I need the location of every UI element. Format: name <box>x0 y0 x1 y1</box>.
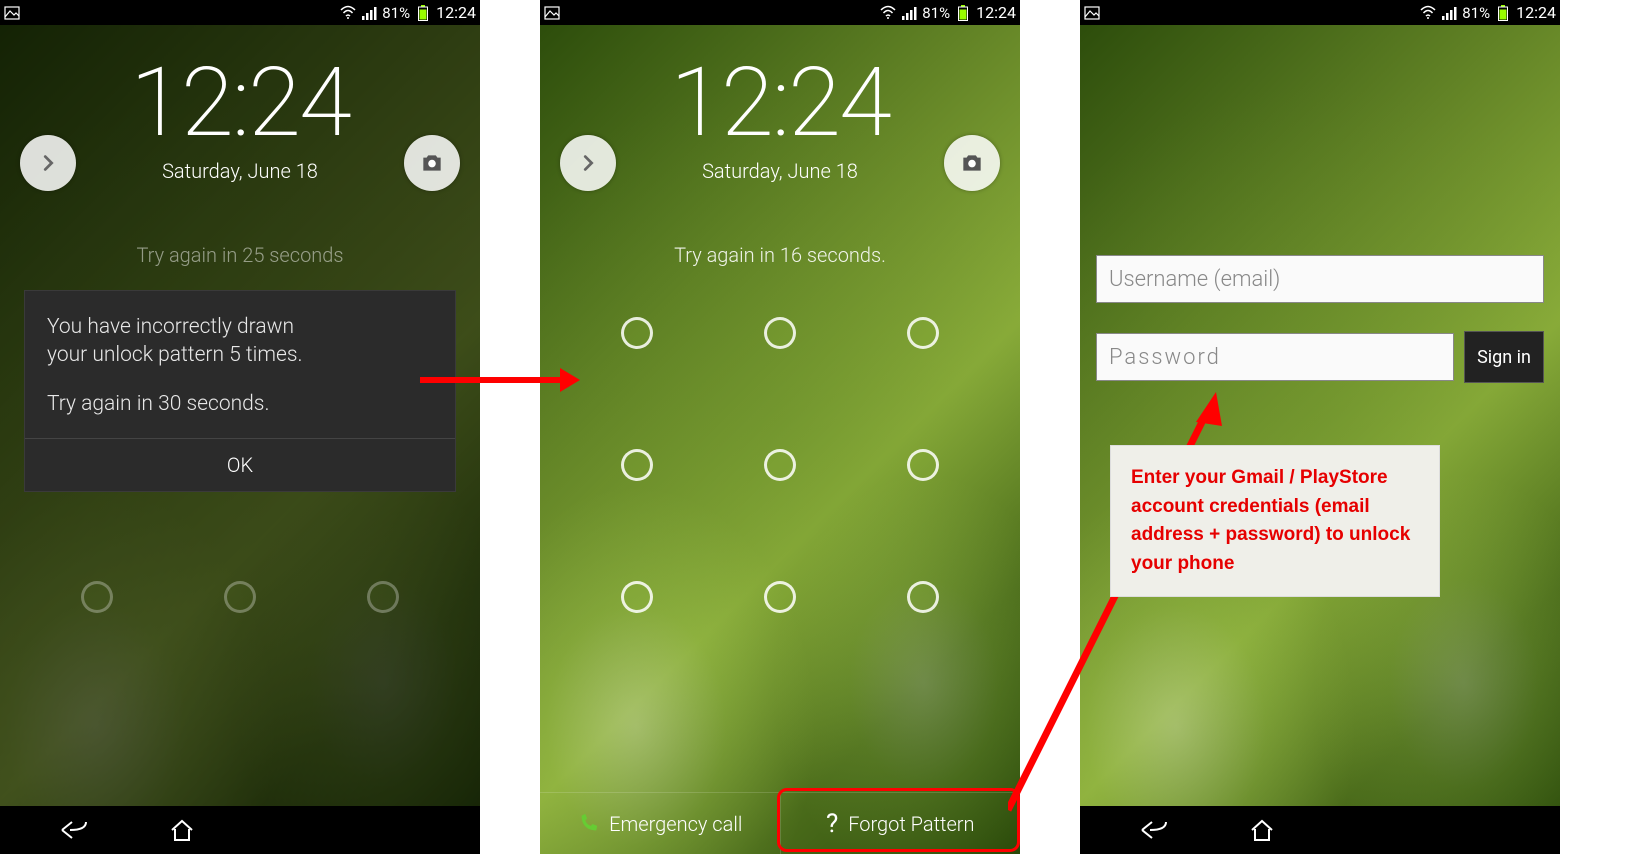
battery-icon <box>1495 5 1511 21</box>
status-time: 12:24 <box>436 3 476 22</box>
pattern-dot[interactable] <box>367 581 399 613</box>
home-icon[interactable] <box>1248 816 1276 844</box>
nav-bar <box>0 806 480 854</box>
bottom-bar: Emergency call ? Forgot Pattern <box>540 792 1020 854</box>
picture-icon <box>544 5 560 21</box>
pattern-dot[interactable] <box>907 317 939 349</box>
expand-button[interactable] <box>560 135 616 191</box>
pattern-dot[interactable] <box>621 317 653 349</box>
lock-time: 12:24 <box>0 55 480 151</box>
forgot-pattern-label: Forgot Pattern <box>848 812 974 836</box>
pattern-dot[interactable] <box>764 581 796 613</box>
battery-percent: 81% <box>922 4 950 22</box>
status-time: 12:24 <box>976 3 1016 22</box>
forgot-pattern-button[interactable]: ? Forgot Pattern <box>780 792 1021 854</box>
status-bar: 81% 12:24 <box>1080 0 1560 25</box>
wifi-icon <box>880 5 896 21</box>
pattern-dot[interactable] <box>764 317 796 349</box>
picture-icon <box>4 5 20 21</box>
error-dialog: You have incorrectly drawn your unlock p… <box>24 290 456 492</box>
try-again-text: Try again in 16 seconds. <box>540 243 1020 267</box>
battery-percent: 81% <box>1462 4 1490 22</box>
phone-screen-2: 81% 12:24 12:24 Saturday, June 18 Try ag… <box>540 0 1020 854</box>
nav-bar <box>1080 806 1560 854</box>
battery-percent: 81% <box>382 4 410 22</box>
back-icon[interactable] <box>60 816 88 844</box>
expand-button[interactable] <box>20 135 76 191</box>
signin-button[interactable]: Sign in <box>1464 331 1544 383</box>
picture-icon <box>1084 5 1100 21</box>
pattern-grid[interactable] <box>615 317 945 613</box>
signal-icon <box>361 5 377 21</box>
lock-time: 12:24 <box>540 55 1020 151</box>
status-bar: 81% 12:24 <box>540 0 1020 25</box>
battery-icon <box>955 5 971 21</box>
try-again-text-behind: Try again in 25 seconds <box>0 243 480 267</box>
ok-button[interactable]: OK <box>25 439 455 491</box>
signin-form: Sign in <box>1080 25 1560 383</box>
camera-button[interactable] <box>944 135 1000 191</box>
dialog-line: You have incorrectly drawn <box>47 313 433 341</box>
phone-screen-1: 81% 12:24 12:24 Saturday, June 18 Try ag… <box>0 0 480 854</box>
phone-screen-3: 81% 12:24 Sign in <box>1080 0 1560 854</box>
pattern-dot[interactable] <box>907 449 939 481</box>
status-bar: 81% 12:24 <box>0 0 480 25</box>
home-icon[interactable] <box>168 816 196 844</box>
pattern-dot[interactable] <box>224 581 256 613</box>
camera-button[interactable] <box>404 135 460 191</box>
dialog-line: your unlock pattern 5 times. <box>47 341 433 369</box>
back-icon[interactable] <box>1140 816 1168 844</box>
annotation-callout: Enter your Gmail / PlayStore account cre… <box>1110 445 1440 597</box>
annotation-text: Enter your Gmail / PlayStore account cre… <box>1131 464 1419 578</box>
emergency-call-label: Emergency call <box>609 812 742 836</box>
username-input[interactable] <box>1096 255 1544 303</box>
wifi-icon <box>340 5 356 21</box>
battery-icon <box>415 5 431 21</box>
pattern-dot[interactable] <box>621 449 653 481</box>
wifi-icon <box>1420 5 1436 21</box>
pattern-dot[interactable] <box>621 581 653 613</box>
pattern-dot[interactable] <box>764 449 796 481</box>
signal-icon <box>1441 5 1457 21</box>
pattern-dot[interactable] <box>81 581 113 613</box>
phone-icon <box>577 813 599 835</box>
emergency-call-button[interactable]: Emergency call <box>540 792 780 854</box>
dialog-line: Try again in 30 seconds. <box>47 390 433 418</box>
signal-icon <box>901 5 917 21</box>
status-time: 12:24 <box>1516 3 1556 22</box>
pattern-dot[interactable] <box>907 581 939 613</box>
question-icon: ? <box>826 809 838 839</box>
password-input[interactable] <box>1096 333 1454 381</box>
